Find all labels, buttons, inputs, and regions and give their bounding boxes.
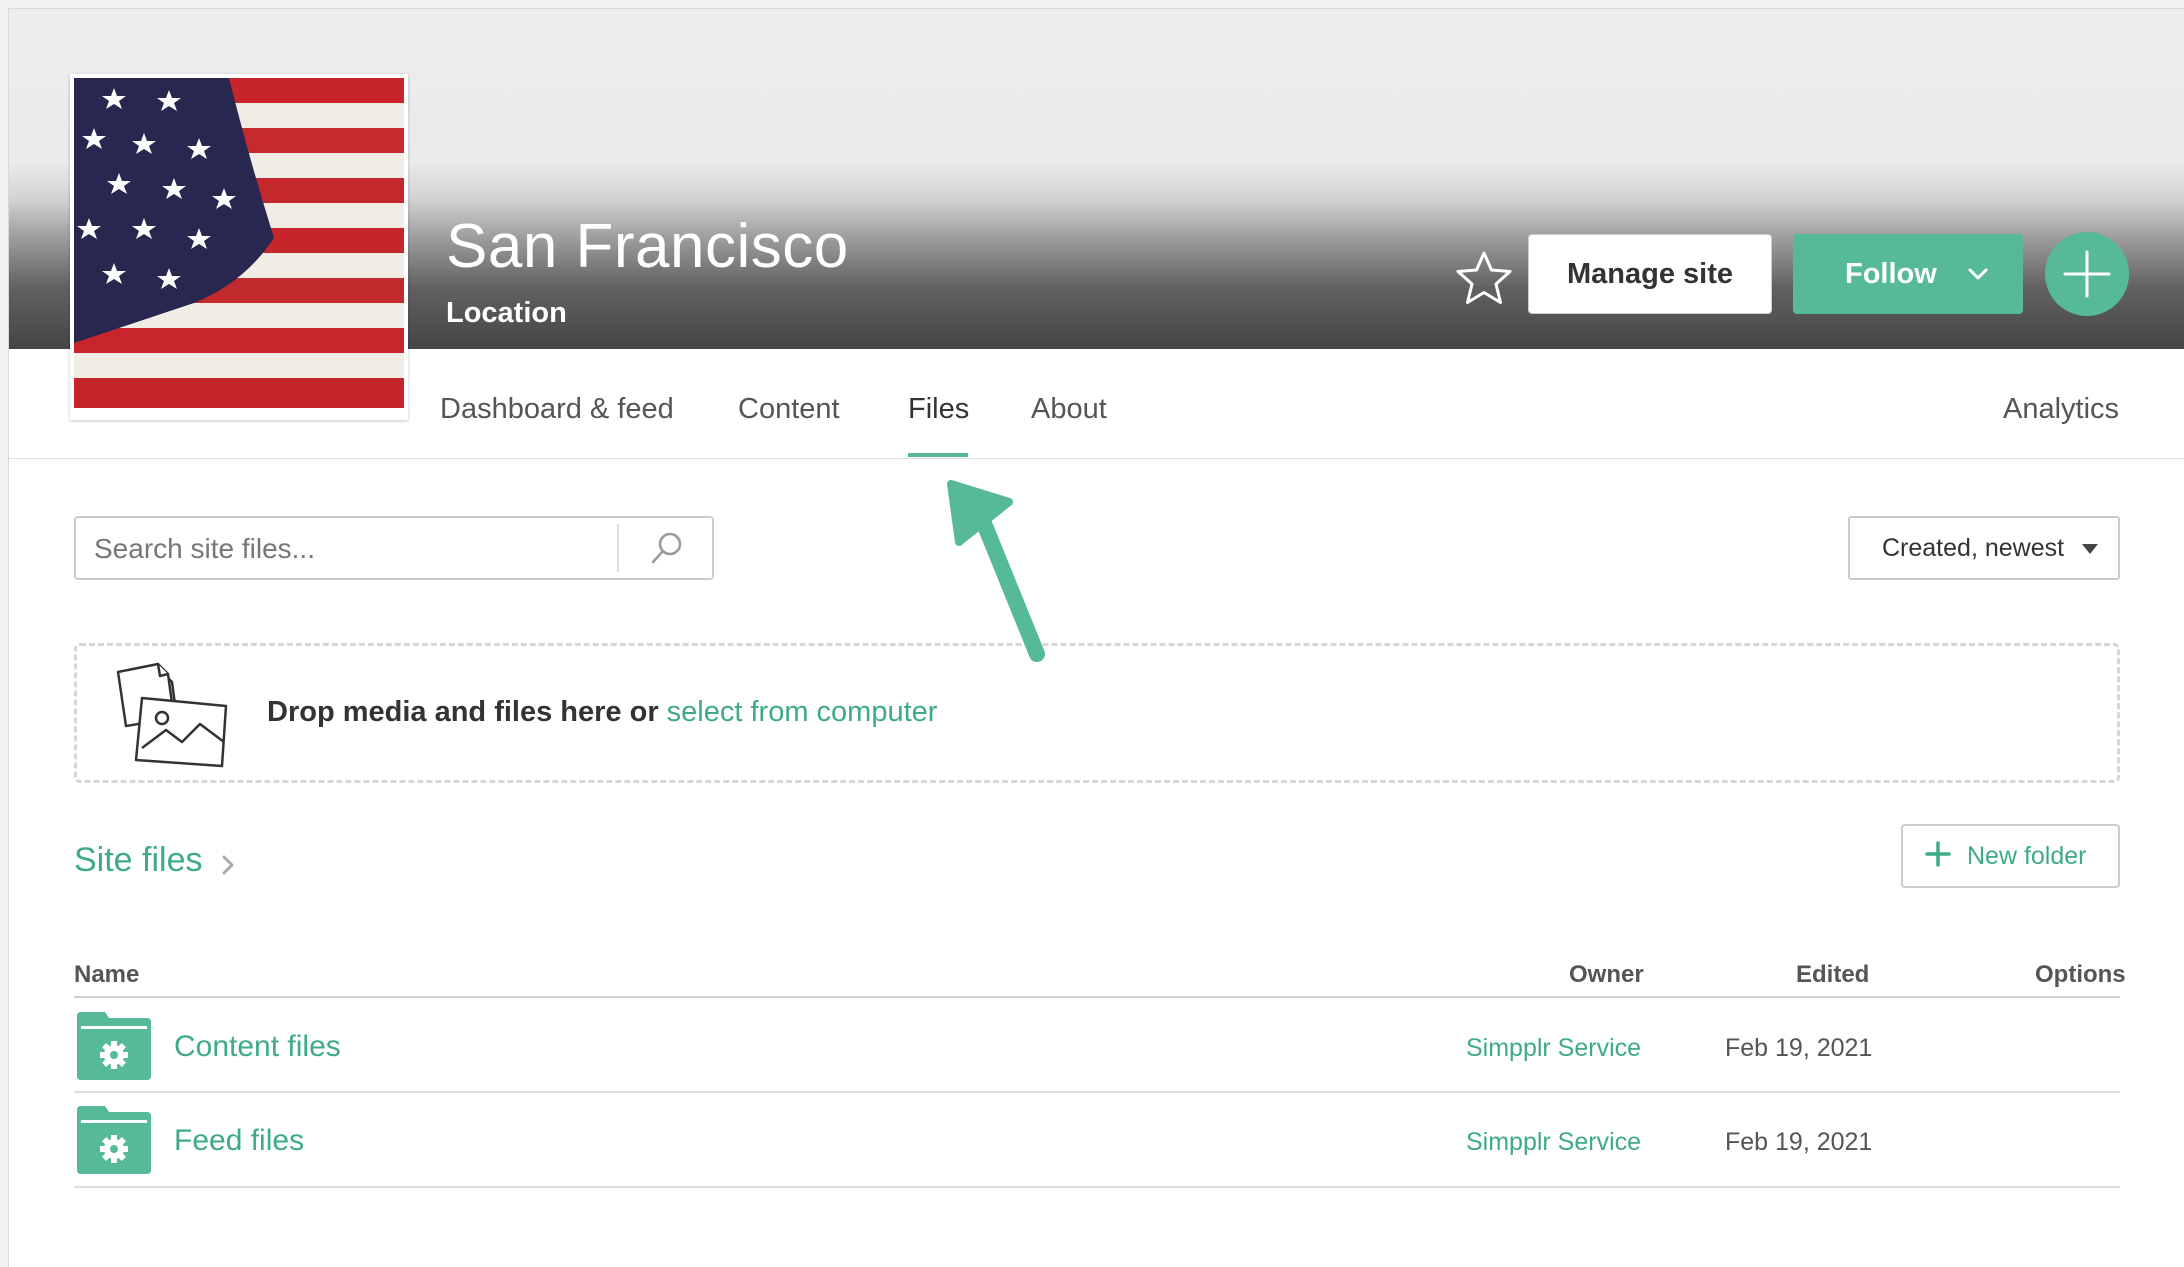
chevron-right-icon [222, 855, 234, 875]
folder-name-link[interactable]: Content files [174, 1030, 341, 1064]
tab-about[interactable]: About [1031, 393, 1107, 426]
chevron-down-icon[interactable] [1967, 264, 1989, 284]
column-header-owner[interactable]: Owner [1569, 961, 1644, 989]
plus-icon [1925, 841, 1951, 867]
tab-analytics[interactable]: Analytics [2003, 393, 2119, 426]
tab-content[interactable]: Content [738, 393, 840, 426]
dropzone-text: Drop media and files here or select from… [267, 696, 937, 729]
column-header-edited[interactable]: Edited [1796, 961, 1869, 989]
column-header-options: Options [2035, 961, 2126, 988]
row-divider [74, 1186, 2120, 1188]
folder-edited-date: Feb 19, 2021 [1725, 1128, 1873, 1156]
select-from-computer-link[interactable]: select from computer [667, 696, 938, 728]
plus-icon [2063, 250, 2111, 298]
flag-image [74, 78, 404, 408]
column-header-name[interactable]: Name [74, 961, 139, 989]
search-input[interactable] [92, 526, 616, 572]
site-avatar [70, 74, 408, 420]
dropzone-label: Drop media and files here or [267, 696, 659, 728]
star-icon[interactable] [1454, 249, 1514, 309]
folder-owner-link[interactable]: Simpplr Service [1466, 1034, 1641, 1063]
files-image-icon [116, 662, 228, 768]
app-frame: San Francisco Location Manage site Follo… [8, 8, 2184, 1267]
search-icon[interactable] [649, 530, 685, 566]
tab-files[interactable]: Files [908, 393, 969, 426]
site-type: Location [446, 297, 567, 329]
follow-label: Follow [1845, 257, 1937, 290]
caret-down-icon [2082, 544, 2098, 554]
site-title: San Francisco [446, 212, 849, 281]
folder-name-link[interactable]: Feed files [174, 1124, 304, 1158]
folder-owner-link[interactable]: Simpplr Service [1466, 1128, 1641, 1157]
follow-button[interactable]: Follow [1793, 234, 2023, 314]
new-folder-label: New folder [1967, 842, 2087, 870]
file-dropzone[interactable]: Drop media and files here or select from… [74, 643, 2120, 783]
sort-value: Created, newest [1882, 533, 2065, 562]
folder-gear-icon [77, 1106, 151, 1174]
row-divider [74, 1091, 2120, 1093]
tab-dashboard-feed[interactable]: Dashboard & feed [440, 393, 674, 426]
manage-site-label: Manage site [1567, 257, 1733, 290]
folder-edited-date: Feb 19, 2021 [1725, 1034, 1873, 1062]
search-box [74, 516, 714, 580]
add-button[interactable] [2045, 232, 2129, 316]
table-header-divider [74, 996, 2120, 998]
manage-site-button[interactable]: Manage site [1528, 234, 1772, 314]
sort-select[interactable]: Created, newest [1848, 516, 2120, 580]
breadcrumb-site-files[interactable]: Site files [74, 841, 203, 880]
search-divider [617, 524, 619, 572]
new-folder-button[interactable]: New folder [1901, 824, 2120, 888]
folder-gear-icon [77, 1012, 151, 1080]
active-tab-indicator [908, 453, 968, 457]
